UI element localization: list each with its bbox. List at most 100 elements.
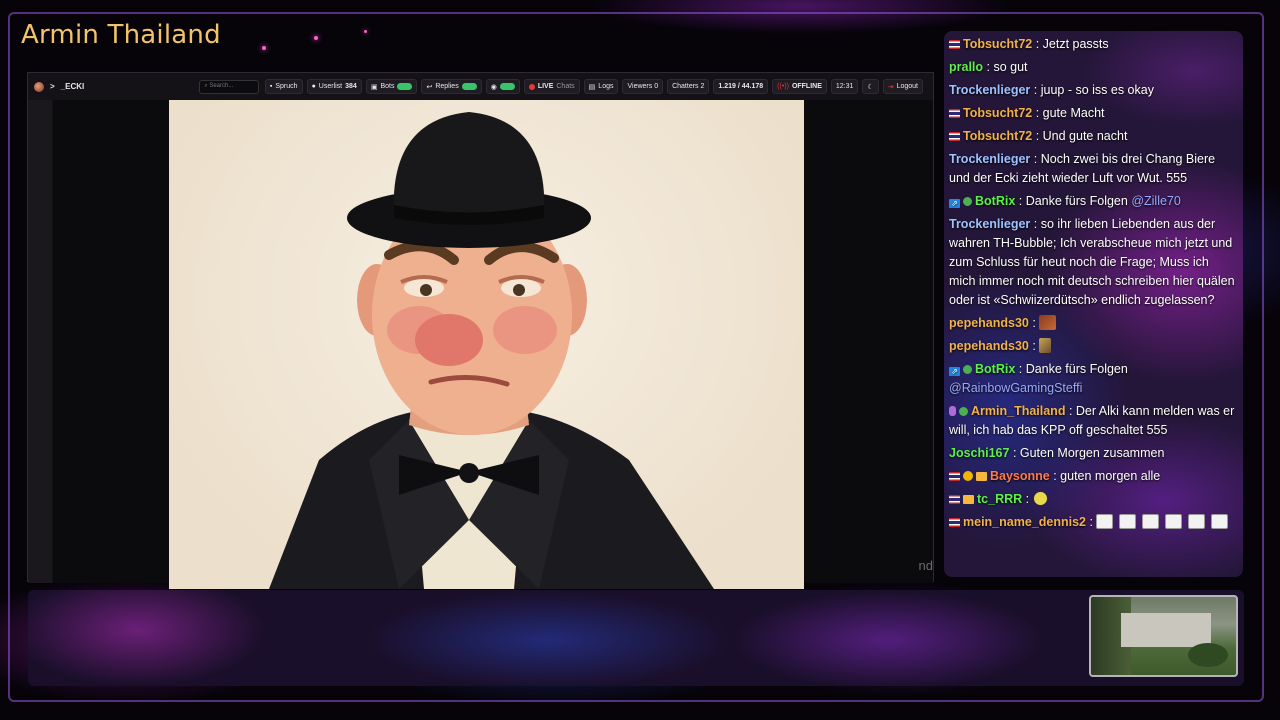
status-badge: ((•)) OFFLINE xyxy=(772,79,827,94)
emote-icon xyxy=(1141,514,1159,529)
chat-username[interactable]: BotRix xyxy=(975,362,1015,376)
chat-message: Trockenlieger : juup - so iss es okay xyxy=(949,81,1238,100)
flag-th-badge-icon xyxy=(949,495,960,504)
stats-label: 1.219 / 44.178 xyxy=(718,83,764,90)
bots-button[interactable]: ▣ Bots xyxy=(365,79,418,94)
viewers-counter: Viewers 0 xyxy=(622,79,664,94)
chat-message: pepehands30 : xyxy=(949,337,1238,356)
warn-badge-icon xyxy=(963,471,973,481)
chat-username[interactable]: Tobsucht72 xyxy=(963,37,1032,51)
chat-message: ⇗ BotRix : Danke fürs Folgen @RainbowGami… xyxy=(949,360,1238,398)
userlist-count: 384 xyxy=(345,83,357,90)
live-indicator-icon xyxy=(528,83,535,90)
chat-text: : juup - so iss es okay xyxy=(1030,83,1154,97)
bot-icon: ▣ xyxy=(370,83,378,91)
chat-username[interactable]: Joschi167 xyxy=(949,446,1009,460)
bot-badge-icon: ⇗ xyxy=(949,367,960,376)
crown-badge-icon xyxy=(963,495,974,504)
userlist-label: Userlist xyxy=(318,83,343,90)
sparkle-decoration xyxy=(364,30,367,33)
viewers-label: Viewers 0 xyxy=(627,83,659,90)
bots-label: Bots xyxy=(380,83,395,90)
search-input[interactable]: ⌕ Search... xyxy=(199,79,259,94)
chat-username[interactable]: Trockenlieger xyxy=(949,152,1030,166)
chat-username[interactable]: Baysonne xyxy=(990,469,1050,483)
tts-button[interactable]: ◉ xyxy=(485,79,520,94)
chat-panel[interactable]: Tobsucht72 : Jetzt passts prallo : so gut… xyxy=(944,31,1243,577)
flag-th-badge-icon xyxy=(949,40,960,49)
chat-username[interactable]: Tobsucht72 xyxy=(963,106,1032,120)
emote-icon xyxy=(1210,514,1228,529)
chat-username[interactable]: pepehands30 xyxy=(949,339,1029,353)
webcam-wall xyxy=(1121,613,1211,647)
emote-icon xyxy=(1032,491,1050,506)
chat-text: : Danke fürs Folgen xyxy=(1015,362,1128,376)
webcam-view xyxy=(1089,595,1238,677)
chat-username[interactable]: prallo xyxy=(949,60,983,74)
crown-badge-icon xyxy=(976,472,987,481)
userlist-button[interactable]: ● Userlist 384 xyxy=(306,79,362,94)
chat-message-list[interactable]: Tobsucht72 : Jetzt passts prallo : so gut… xyxy=(944,31,1243,532)
man-portrait-image xyxy=(269,112,714,589)
chat-text: : Und gute nacht xyxy=(1032,129,1128,143)
chat-username[interactable]: Trockenlieger xyxy=(949,217,1030,231)
clock-label: 12:31 xyxy=(835,83,854,90)
chat-mention[interactable]: @Zille70 xyxy=(1131,194,1181,208)
chat-message: tc_RRR : xyxy=(949,490,1238,509)
chat-message: Trockenlieger : so ihr lieben Liebenden … xyxy=(949,215,1238,310)
reply-icon: ↩ xyxy=(426,83,433,91)
chat-username[interactable]: Trockenlieger xyxy=(949,83,1030,97)
emote-icon xyxy=(1095,514,1113,529)
chat-message: pepehands30 : xyxy=(949,314,1238,333)
clock: 12:31 xyxy=(830,79,859,94)
chat-message: Trockenlieger : Noch zwei bis drei Chang… xyxy=(949,150,1238,188)
emote-icon xyxy=(1038,315,1056,330)
broadcast-icon: ((•)) xyxy=(777,83,789,90)
logout-button[interactable]: ⇥ Logout xyxy=(882,79,923,94)
bots-toggle[interactable] xyxy=(397,83,413,90)
chat-username[interactable]: tc_RRR xyxy=(977,492,1022,506)
chat-username[interactable]: BotRix xyxy=(975,194,1015,208)
sparkle-decoration xyxy=(262,46,266,50)
user-icon: ● xyxy=(311,83,316,90)
logs-label: Logs xyxy=(598,83,614,90)
chat-text: : xyxy=(1028,339,1036,353)
chat-text: : xyxy=(1085,515,1093,529)
flag-th-badge-icon xyxy=(949,518,960,527)
chat-message: prallo : so gut xyxy=(949,58,1238,77)
tts-toggle[interactable] xyxy=(499,83,515,90)
chat-text: : so gut xyxy=(983,60,1028,74)
spruch-label: Spruch xyxy=(275,83,298,90)
player-side-strip xyxy=(28,100,53,583)
terminal-icon: > xyxy=(50,82,55,91)
live-button[interactable]: LIVE Chats xyxy=(523,79,580,94)
logout-icon: ⇥ xyxy=(887,83,894,91)
chat-message: Tobsucht72 : gute Macht xyxy=(949,104,1238,123)
theme-toggle-button[interactable]: ☾ xyxy=(862,79,879,94)
stats-counter: 1.219 / 44.178 xyxy=(713,79,769,94)
flag-th-badge-icon xyxy=(949,472,960,481)
flag-th-badge-icon xyxy=(949,109,960,118)
mic-badge-icon xyxy=(949,406,956,416)
emote-icon xyxy=(1164,514,1182,529)
chat-text: : guten morgen alle xyxy=(1049,469,1161,483)
chat-username[interactable]: Armin_Thailand xyxy=(971,404,1065,418)
chat-username[interactable]: Tobsucht72 xyxy=(963,129,1032,143)
chat-text: : Guten Morgen zusammen xyxy=(1009,446,1165,460)
chat-text: : xyxy=(1028,316,1036,330)
chat-message: mein_name_dennis2 : xyxy=(949,513,1238,532)
chat-username[interactable]: pepehands30 xyxy=(949,316,1029,330)
replies-toggle[interactable] xyxy=(461,83,477,90)
ok-badge-icon xyxy=(963,365,972,374)
player-toolbar: > _ECKI ⌕ Search... ▪ Spruch ● Userlist 38… xyxy=(28,73,933,100)
live-label: LIVE xyxy=(537,83,554,90)
spruch-button[interactable]: ▪ Spruch xyxy=(264,79,303,94)
chat-username[interactable]: mein_name_dennis2 xyxy=(963,515,1086,529)
replies-button[interactable]: ↩ Replies xyxy=(421,79,482,94)
chat-mention[interactable]: @RainbowGamingSteffi xyxy=(949,381,1082,395)
chat-icon: ▪ xyxy=(269,83,273,90)
logs-button[interactable]: ▤ Logs xyxy=(583,79,619,94)
document-icon: ▤ xyxy=(588,83,596,91)
channel-brand[interactable]: > _ECKI xyxy=(34,81,199,92)
chatters-label: Chatters 2 xyxy=(672,83,705,90)
